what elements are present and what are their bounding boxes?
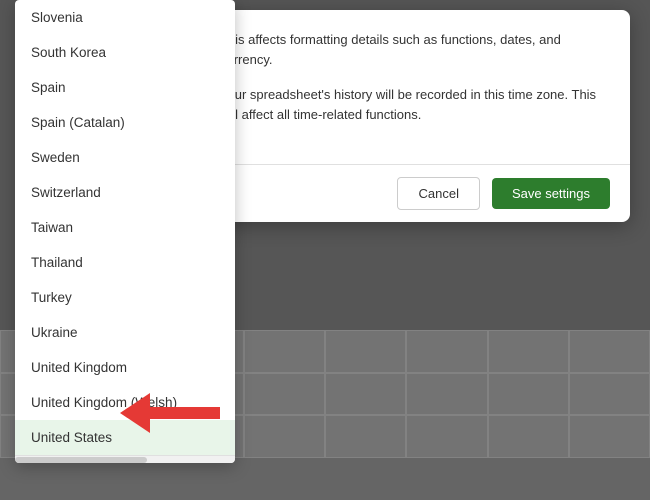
locale-setting-row: This affects formatting details such as … xyxy=(220,30,610,69)
dropdown-item[interactable]: Spain (Catalan) xyxy=(15,105,235,140)
dropdown-item[interactable]: Turkey xyxy=(15,280,235,315)
arrow-head xyxy=(120,393,150,433)
arrow-shape xyxy=(120,393,220,433)
dropdown-item[interactable]: Ukraine xyxy=(15,315,235,350)
settings-dialog: This affects formatting details such as … xyxy=(200,10,630,222)
locale-description: This affects formatting details such as … xyxy=(220,30,610,69)
save-settings-button[interactable]: Save settings xyxy=(492,178,610,209)
dropdown-scrollbar[interactable] xyxy=(15,455,235,463)
dropdown-item[interactable]: Taiwan xyxy=(15,210,235,245)
dropdown-item[interactable]: United Kingdom xyxy=(15,350,235,385)
timezone-setting-row: Your spreadsheet's history will be recor… xyxy=(220,85,610,124)
dropdown-item[interactable]: Spain xyxy=(15,70,235,105)
dropdown-item[interactable]: South Korea xyxy=(15,35,235,70)
dropdown-scrollbar-thumb xyxy=(15,457,147,463)
dropdown-item[interactable]: Switzerland xyxy=(15,175,235,210)
dropdown-item[interactable]: Thailand xyxy=(15,245,235,280)
timezone-description: Your spreadsheet's history will be recor… xyxy=(220,85,610,124)
cancel-button[interactable]: Cancel xyxy=(397,177,479,210)
arrow-body xyxy=(150,407,220,419)
dropdown-item[interactable]: Slovenia xyxy=(15,0,235,35)
arrow-indicator xyxy=(120,393,220,433)
dropdown-item[interactable]: Sweden xyxy=(15,140,235,175)
dialog-actions: Cancel Save settings xyxy=(200,164,630,222)
dropdown-scroll-area[interactable]: SloveniaSouth KoreaSpainSpain (Catalan)S… xyxy=(15,0,235,455)
dialog-content: This affects formatting details such as … xyxy=(200,10,630,164)
